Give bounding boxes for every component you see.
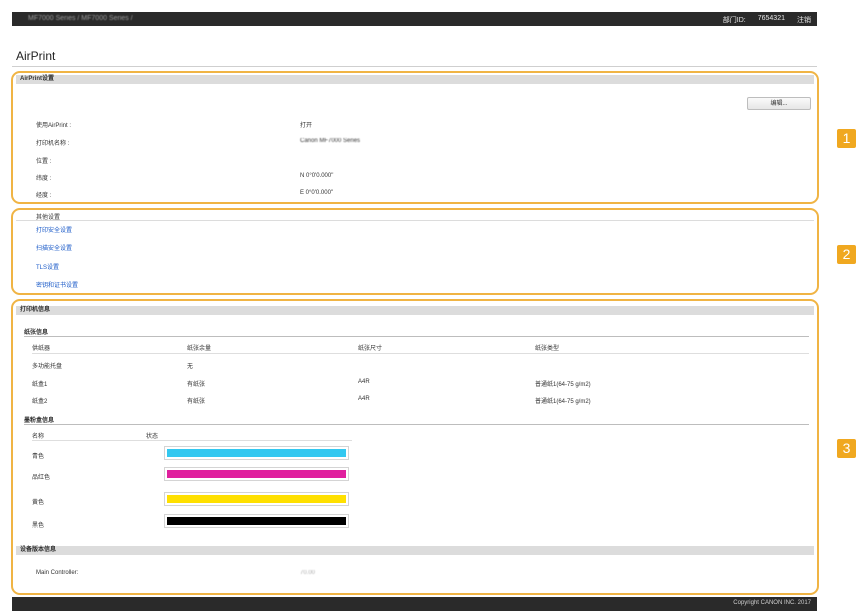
other-settings-frame <box>11 208 819 295</box>
column-header: 纸张类型 <box>535 346 560 352</box>
user-info: 部门ID: 7654321 注销 <box>723 15 811 25</box>
logout-link[interactable]: 注销 <box>797 15 811 25</box>
department-id: 7654321 <box>757 15 785 22</box>
toner-level-yellow <box>167 495 346 503</box>
paper-info-divider <box>24 336 809 337</box>
page-title: AirPrint <box>16 49 56 63</box>
column-header: 纸张尺寸 <box>358 346 383 352</box>
department-label: 部门ID: <box>722 17 746 24</box>
row-label: 位置 : <box>36 159 52 165</box>
airprint-settings-header: AirPrint设置 <box>16 75 814 84</box>
footer: Copyright CANON INC. 2017 <box>12 597 817 611</box>
callout-badge-2: 2 <box>837 245 856 264</box>
edit-button[interactable]: 编辑... <box>747 97 811 110</box>
other-settings-divider <box>16 220 814 221</box>
title-divider <box>12 66 817 67</box>
table-cell: 有纸张 <box>187 382 206 388</box>
row-label: 纬度 : <box>36 176 52 182</box>
row-label: 打印机名称 : <box>36 141 70 147</box>
toner-bar-yellow <box>164 492 349 506</box>
column-header: 供纸器 <box>32 346 51 352</box>
airprint-settings-frame <box>11 71 819 204</box>
toner-name: 青色 <box>32 454 45 460</box>
toner-info-divider <box>24 424 809 425</box>
paper-header-divider <box>32 353 809 354</box>
toner-level-black <box>167 517 346 525</box>
toner-name: 品红色 <box>32 475 51 481</box>
toner-info-title: 墨粉盒信息 <box>24 418 55 424</box>
table-cell: A4R <box>358 396 370 402</box>
device-name: MF7000 Series / MF7000 Series / <box>28 15 133 22</box>
toner-level-magenta <box>167 470 346 478</box>
printer-info-header: 打印机信息 <box>16 306 814 315</box>
table-cell: 无 <box>187 364 194 370</box>
table-cell: 纸盒1 <box>32 382 48 388</box>
table-cell: 纸盒2 <box>32 399 48 405</box>
top-bar: MF7000 Series / MF7000 Series / 部门ID: 76… <box>12 12 817 26</box>
row-value: 打开 <box>300 123 313 129</box>
table-cell: 普通纸1(64-75 g/m2) <box>535 382 591 388</box>
toner-bar-magenta <box>164 467 349 481</box>
row-label: 经度 : <box>36 193 52 199</box>
paper-info-title: 纸张信息 <box>24 330 49 336</box>
column-header: 名称 <box>32 434 45 440</box>
column-header: 纸张余量 <box>187 346 212 352</box>
main-controller-value: 70.00 <box>300 570 316 576</box>
link-print-security[interactable]: 打印安全设置 <box>36 225 72 234</box>
main-controller-label: Main Controller: <box>36 570 79 576</box>
link-scan-security[interactable]: 扫描安全设置 <box>36 243 72 252</box>
link-key-certificate[interactable]: 密钥和证书设置 <box>36 280 78 289</box>
row-value: E 0°0'0.000" <box>300 190 334 196</box>
table-cell: 多功能托盘 <box>32 364 63 370</box>
table-cell: A4R <box>358 379 370 385</box>
link-tls[interactable]: TLS设置 <box>36 262 59 271</box>
row-label: 使用AirPrint : <box>36 123 72 129</box>
copyright: Copyright CANON INC. 2017 <box>733 600 811 606</box>
printer-name-value: Canon MF7000 Series <box>300 138 361 144</box>
toner-name: 黄色 <box>32 500 45 506</box>
column-header: 状态 <box>146 434 159 440</box>
toner-level-cyan <box>167 449 346 457</box>
callout-badge-3: 3 <box>837 439 856 458</box>
toner-header-divider <box>32 440 352 441</box>
toner-name: 黑色 <box>32 523 45 529</box>
callout-badge-1: 1 <box>837 129 856 148</box>
device-version-header: 设备版本信息 <box>16 546 814 555</box>
toner-bar-black <box>164 514 349 528</box>
toner-bar-cyan <box>164 446 349 460</box>
table-cell: 普通纸1(64-75 g/m2) <box>535 399 591 405</box>
row-value: N 0°0'0.000" <box>300 173 334 179</box>
table-cell: 有纸张 <box>187 399 206 405</box>
